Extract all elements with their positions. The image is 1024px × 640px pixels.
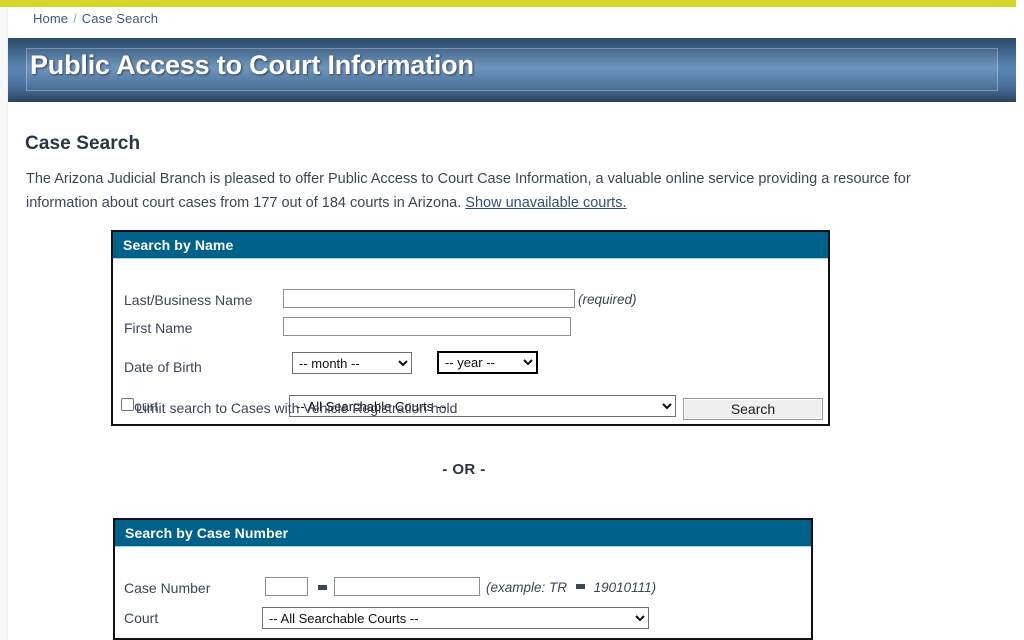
intro-paragraph: The Arizona Judicial Branch is pleased t…: [26, 167, 976, 215]
breadcrumb-current: Case Search: [81, 11, 159, 26]
left-gutter: [0, 0, 8, 640]
case-search-page: Home / Case Search Public Access to Court …: [0, 0, 1024, 640]
case-number-example-dash: [575, 584, 585, 589]
last-business-name-input[interactable]: [283, 289, 575, 308]
case-number-example-close: 19010111): [593, 580, 657, 595]
case-number-label: Case Number: [124, 580, 211, 596]
search-by-case-number-body: Case Number (example: TR 19010111) Court…: [115, 547, 811, 639]
search-by-name-header: Search by Name: [113, 232, 828, 259]
first-name-input[interactable]: [283, 317, 571, 336]
last-business-name-label: Last/Business Name: [124, 292, 253, 308]
page-title: Case Search: [25, 133, 141, 154]
vehicle-registration-hold-checkbox[interactable]: [121, 398, 134, 411]
case-number-prefix-input[interactable]: [265, 577, 308, 596]
court-select-case-panel[interactable]: -- All Searchable Courts --: [262, 607, 649, 629]
banner-title: Public Access to Court Information: [30, 50, 474, 80]
search-by-name-search-button[interactable]: Search: [683, 398, 823, 420]
date-of-birth-label: Date of Birth: [124, 359, 202, 375]
or-divider: - OR -: [442, 461, 486, 478]
breadcrumb: Home / Case Search: [33, 11, 158, 26]
search-by-name-panel: Search by Name Last/Business Name (requi…: [111, 230, 830, 426]
case-number-dash-separator: [318, 585, 327, 590]
dob-year-select[interactable]: -- year --: [437, 351, 538, 374]
search-by-case-number-panel: Search by Case Number Case Number (examp…: [113, 518, 813, 640]
show-unavailable-courts-link[interactable]: Show unavailable courts.: [465, 195, 626, 211]
case-number-example-open: (example: TR: [486, 580, 568, 595]
last-business-name-required-hint: (required): [578, 292, 637, 307]
first-name-label: First Name: [124, 320, 193, 336]
breadcrumb-separator: /: [73, 11, 77, 26]
search-by-case-number-header: Search by Case Number: [115, 520, 811, 547]
top-accent-bar: [0, 0, 1016, 7]
dob-month-select[interactable]: -- month --: [292, 352, 412, 374]
breadcrumb-home-link[interactable]: Home: [33, 11, 68, 26]
case-number-suffix-input[interactable]: [334, 577, 480, 596]
vehicle-registration-hold-label: Limit search to Cases with Vehicle Regis…: [136, 400, 458, 416]
case-number-example-hint: (example: TR 19010111): [486, 580, 656, 595]
court-label-case-panel: Court: [124, 610, 159, 626]
